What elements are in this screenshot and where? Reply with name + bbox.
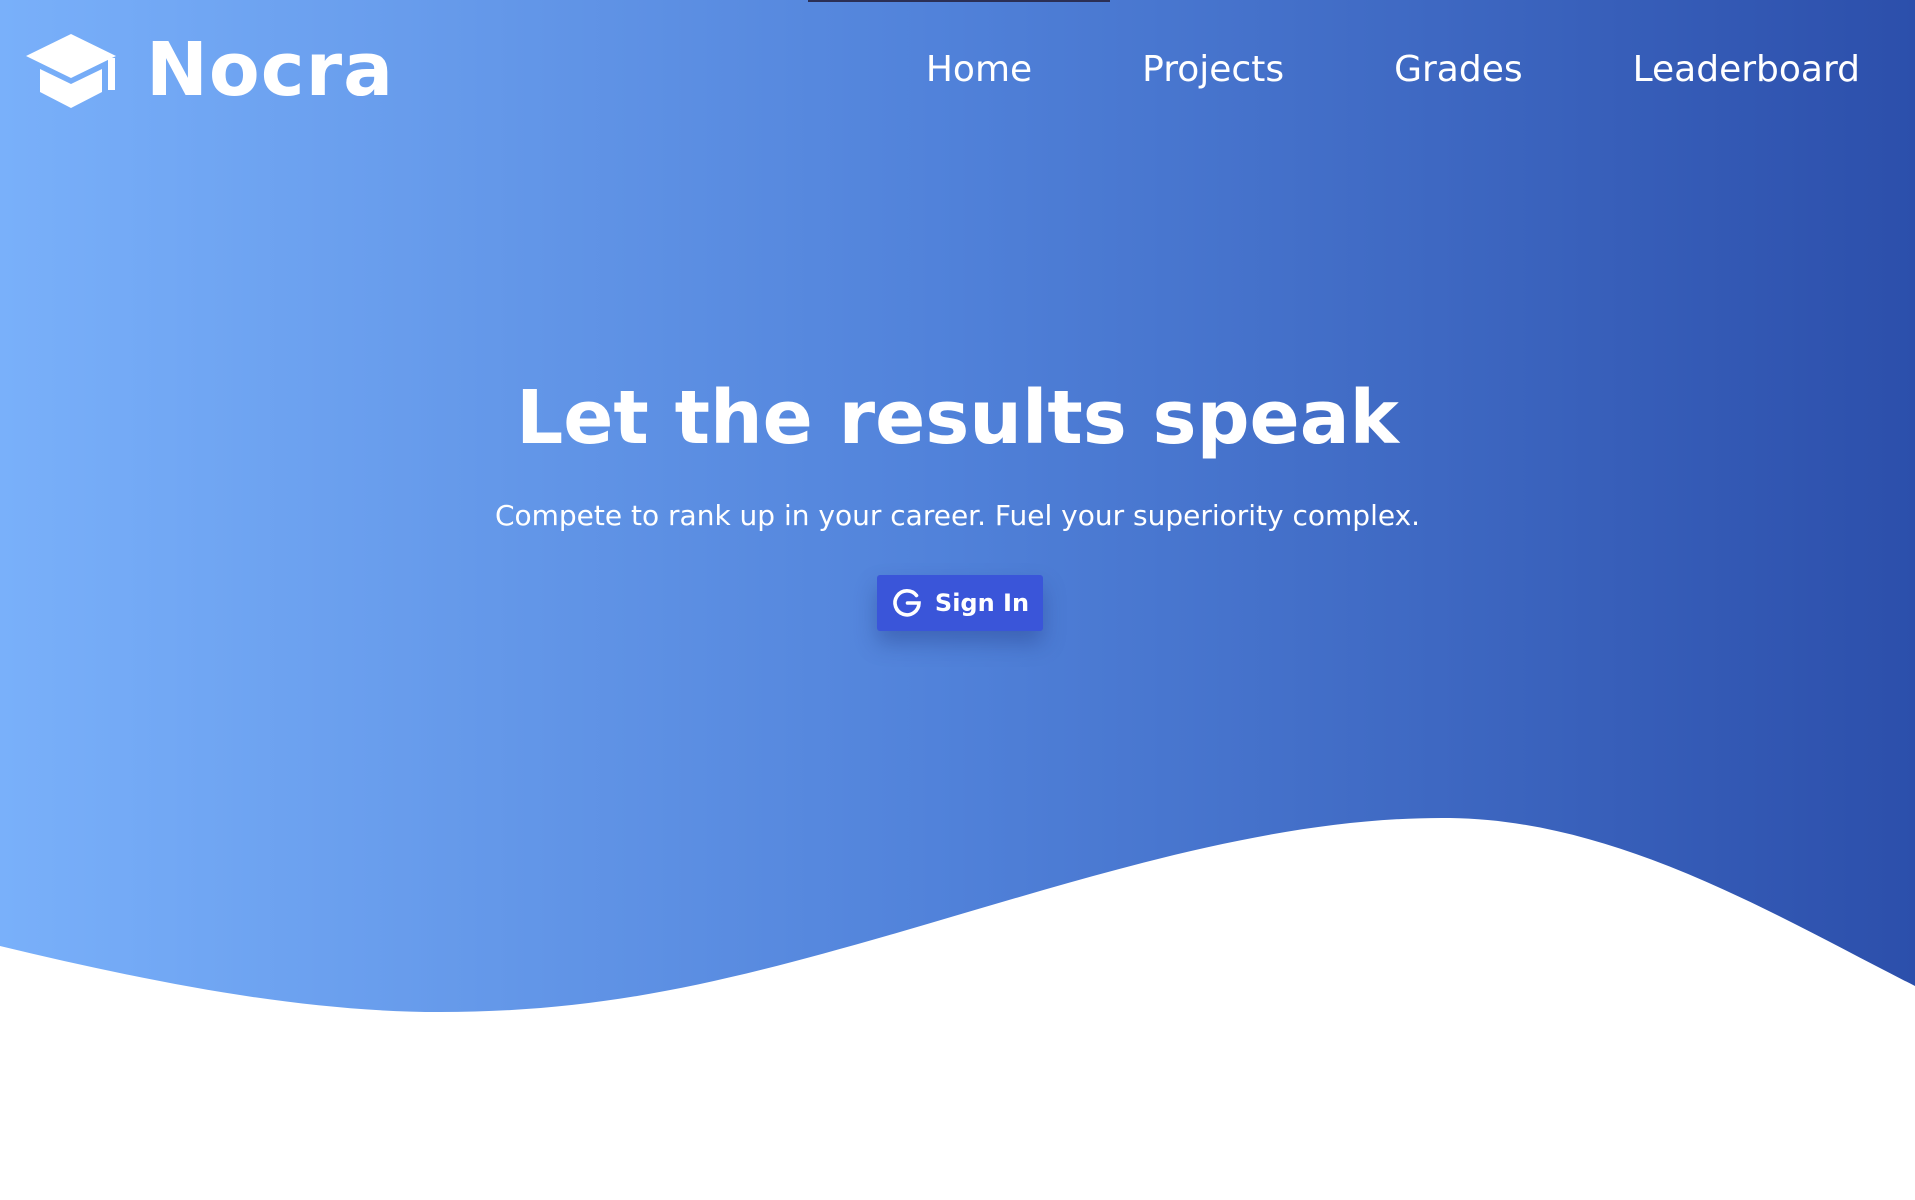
brand-name: Nocra <box>146 27 395 113</box>
graduation-cap-icon <box>26 34 116 108</box>
google-icon <box>893 589 921 617</box>
hero-subheadline: Compete to rank up in your career. Fuel … <box>494 499 1421 532</box>
sign-in-button[interactable]: Sign In <box>877 575 1043 631</box>
nav-link-home[interactable]: Home <box>926 46 1032 94</box>
hero-headline: Let the results speak <box>516 375 1399 461</box>
sign-in-label: Sign In <box>934 589 1030 617</box>
nav-link-leaderboard[interactable]: Leaderboard <box>1633 46 1860 94</box>
top-strip <box>808 0 1110 2</box>
brand-logo[interactable]: Nocra <box>24 28 394 112</box>
main-nav: Home Projects Grades Leaderboard <box>926 46 1860 94</box>
nav-link-projects[interactable]: Projects <box>1142 46 1284 94</box>
nav-link-grades[interactable]: Grades <box>1394 46 1523 94</box>
